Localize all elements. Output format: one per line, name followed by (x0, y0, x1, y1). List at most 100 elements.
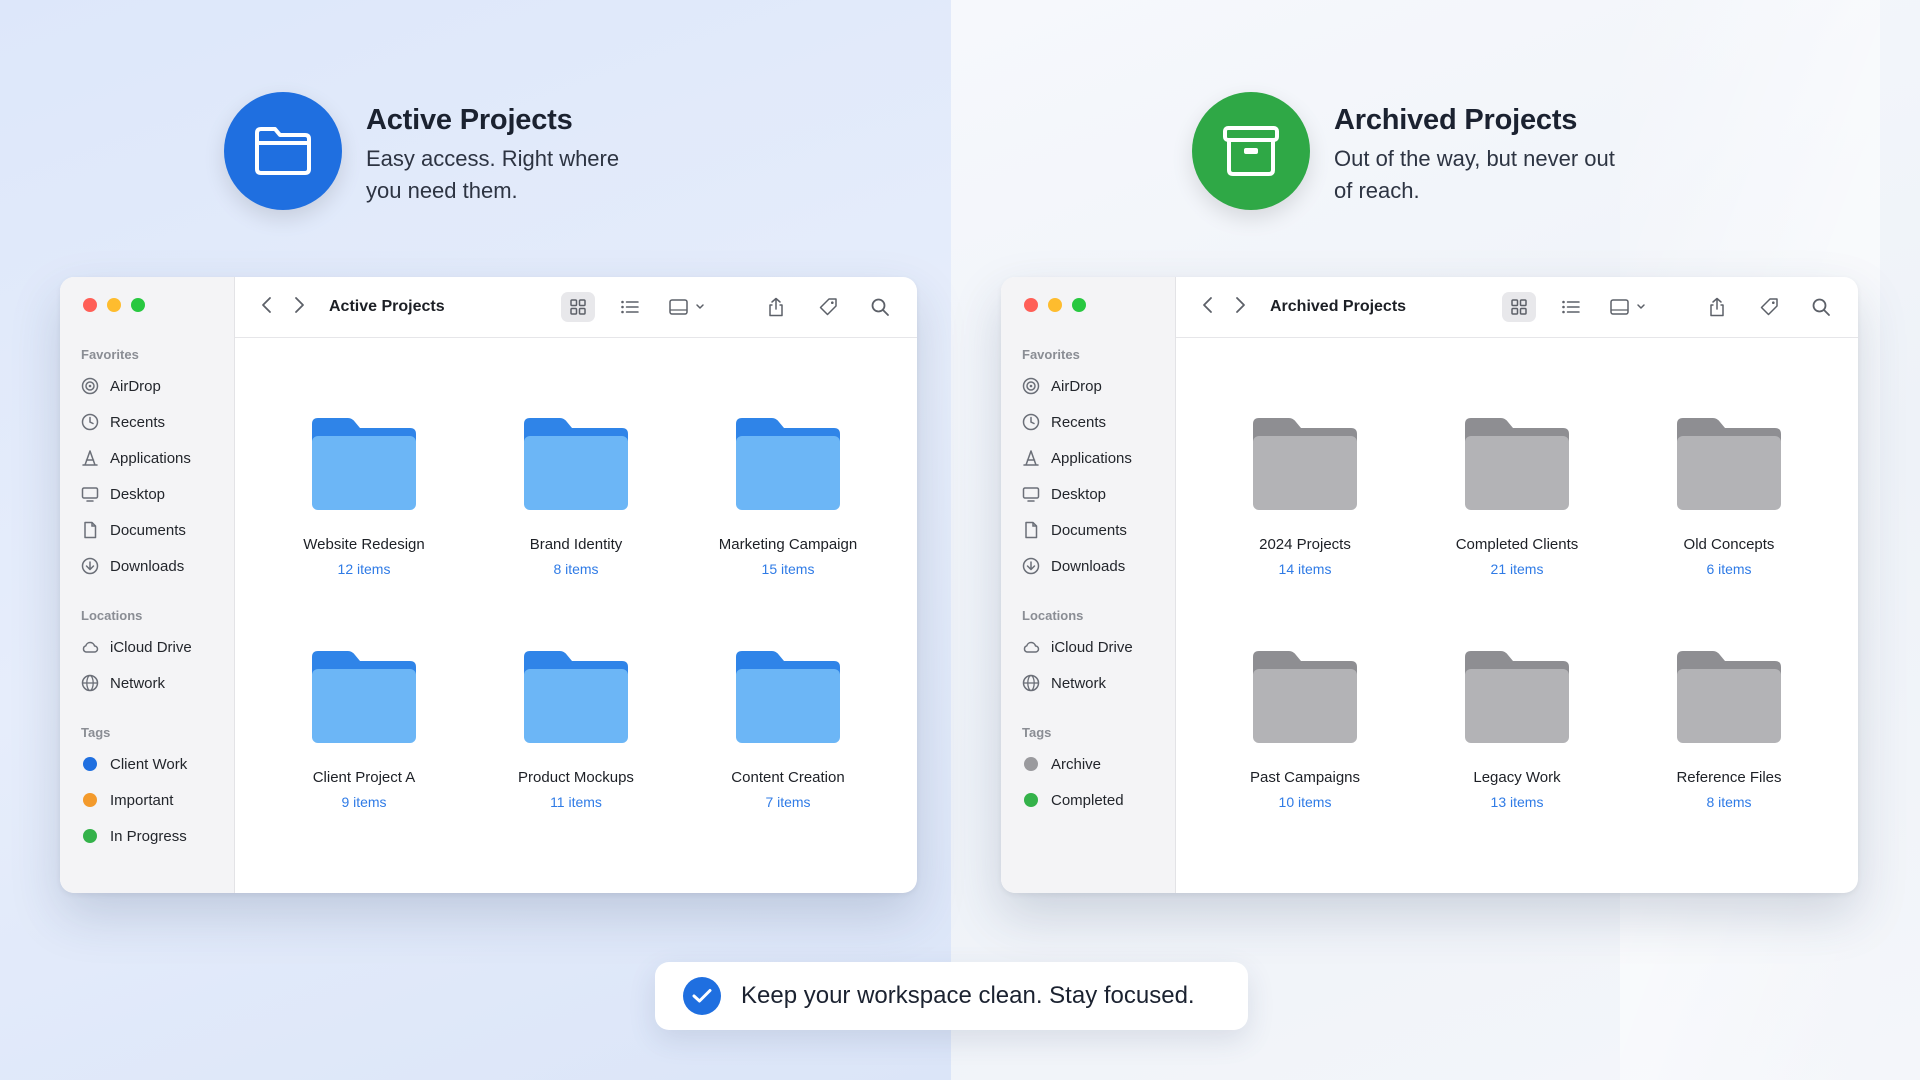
folder-name: Brand Identity (529, 536, 623, 553)
desktop-icon (1022, 485, 1040, 503)
archive-box-icon (1192, 92, 1310, 210)
minimize-window-button[interactable] (107, 298, 121, 312)
sidebar-item-desktop[interactable]: Desktop (1001, 476, 1175, 512)
folder-item-count: 7 items (765, 794, 811, 810)
sidebar-item-desktop[interactable]: Desktop (60, 476, 234, 512)
close-window-button[interactable] (1024, 298, 1038, 312)
sidebar-section-tags: Tags (1022, 725, 1052, 740)
navigation (261, 296, 305, 319)
sidebar-item-airdrop[interactable]: AirDrop (60, 368, 234, 404)
folder-item[interactable]: Legacy Work 13 items (1411, 647, 1623, 810)
sidebar-item-applications[interactable]: Applications (1001, 440, 1175, 476)
sidebar-item-label: Recents (110, 413, 166, 431)
folder-icon (1461, 647, 1573, 747)
cloud-icon (81, 638, 99, 656)
forward-button[interactable] (293, 296, 305, 319)
sidebar-tag-archive[interactable]: Archive (1001, 746, 1175, 782)
sidebar-item-icloud-drive[interactable]: iCloud Drive (60, 629, 234, 665)
icon-view-button[interactable] (1502, 292, 1536, 322)
sidebar-item-label: Documents (110, 521, 186, 539)
folder-item[interactable]: Content Creation 7 items (682, 647, 894, 810)
folder-item[interactable]: Website Redesign 12 items (258, 414, 470, 577)
folder-item[interactable]: Reference Files 8 items (1623, 647, 1835, 810)
folder-name: Client Project A (312, 769, 416, 786)
folder-icon (520, 647, 632, 747)
minimize-window-button[interactable] (1048, 298, 1062, 312)
toolbar-title: Archived Projects (1270, 298, 1407, 315)
list-icon (1561, 299, 1581, 315)
document-icon (1022, 521, 1040, 539)
sidebar-item-downloads[interactable]: Downloads (1001, 548, 1175, 584)
tag-icon (818, 297, 838, 317)
forward-button[interactable] (1234, 296, 1246, 319)
clock-icon (1022, 413, 1040, 431)
folder-name: Product Mockups (518, 769, 634, 786)
sidebar-item-label: Documents (1051, 521, 1127, 539)
list-view-button[interactable] (613, 292, 647, 322)
download-icon (81, 557, 99, 575)
share-button[interactable] (1700, 292, 1734, 322)
sidebar-section-locations: Locations (81, 608, 143, 623)
folder-item-count: 21 items (1490, 561, 1544, 577)
sidebar-item-network[interactable]: Network (60, 665, 234, 701)
sidebar-item-network[interactable]: Network (1001, 665, 1175, 701)
sidebar-item-recents[interactable]: Recents (1001, 404, 1175, 440)
tag-button[interactable] (1752, 292, 1786, 322)
folder-item[interactable]: 2024 Projects 14 items (1199, 414, 1411, 577)
folder-name: Completed Clients (1455, 536, 1579, 553)
folder-item[interactable]: Past Campaigns 10 items (1199, 647, 1411, 810)
sidebar-tag-important[interactable]: Important (60, 782, 234, 818)
folder-item[interactable]: Client Project A 9 items (258, 647, 470, 810)
sidebar-item-recents[interactable]: Recents (60, 404, 234, 440)
sidebar-tag-client-work[interactable]: Client Work (60, 746, 234, 782)
list-view-button[interactable] (1554, 292, 1588, 322)
folder-name: Website Redesign (303, 536, 425, 553)
archived-projects-subtitle: Out of the way, but never out of reach. (1334, 146, 1615, 203)
back-button[interactable] (261, 296, 273, 319)
share-button[interactable] (759, 292, 793, 322)
sidebar-item-downloads[interactable]: Downloads (60, 548, 234, 584)
group-view-button[interactable] (1606, 292, 1650, 322)
sidebar-tag-completed[interactable]: Completed (1001, 782, 1175, 818)
folder-item[interactable]: Old Concepts 6 items (1623, 414, 1835, 577)
tag-button[interactable] (811, 292, 845, 322)
folder-item-count: 15 items (761, 561, 815, 577)
sidebar-tag-label: Client Work (110, 755, 188, 773)
sidebar-item-documents[interactable]: Documents (60, 512, 234, 548)
folder-item[interactable]: Completed Clients 21 items (1411, 414, 1623, 577)
back-button[interactable] (1202, 296, 1214, 319)
folder-item[interactable]: Product Mockups 11 items (470, 647, 682, 810)
sidebar-item-icloud-drive[interactable]: iCloud Drive (1001, 629, 1175, 665)
document-icon (81, 521, 99, 539)
gallery-icon (668, 298, 706, 316)
archived-projects-window: Favorites AirDrop Recents Applications Deskt… (1001, 277, 1858, 893)
sidebar-section-tags: Tags (81, 725, 111, 740)
folder-grid: 2024 Projects 14 items Completed Clients 21… (1176, 338, 1858, 810)
sidebar-item-documents[interactable]: Documents (1001, 512, 1175, 548)
folder-item-count: 12 items (337, 561, 391, 577)
group-view-button[interactable] (665, 292, 709, 322)
folder-grid: Website Redesign 12 items Brand Identity 8 … (235, 338, 917, 810)
folder-icon (308, 647, 420, 747)
finder-main: Archived Projects 2024 Projects 14 items Co… (1176, 277, 1858, 893)
sidebar-tag-in-progress[interactable]: In Progress (60, 818, 234, 854)
sidebar: Favorites AirDrop Recents Applications Deskt… (60, 277, 235, 893)
sidebar-item-label: iCloud Drive (1051, 638, 1133, 656)
archived-projects-title: Archived Projects (1334, 104, 1578, 136)
folder-name: Past Campaigns (1249, 769, 1361, 786)
folder-icon (732, 414, 844, 514)
sidebar-item-label: Downloads (1051, 557, 1126, 575)
close-window-button[interactable] (83, 298, 97, 312)
folder-icon (1673, 647, 1785, 747)
folder-item[interactable]: Marketing Campaign 15 items (682, 414, 894, 577)
search-button[interactable] (863, 292, 897, 322)
search-button[interactable] (1804, 292, 1838, 322)
zoom-window-button[interactable] (131, 298, 145, 312)
sidebar-item-applications[interactable]: Applications (60, 440, 234, 476)
zoom-window-button[interactable] (1072, 298, 1086, 312)
sidebar-item-airdrop[interactable]: AirDrop (1001, 368, 1175, 404)
applications-icon (81, 449, 99, 467)
icon-view-button[interactable] (561, 292, 595, 322)
folder-item[interactable]: Brand Identity 8 items (470, 414, 682, 577)
sidebar: Favorites AirDrop Recents Applications Deskt… (1001, 277, 1176, 893)
